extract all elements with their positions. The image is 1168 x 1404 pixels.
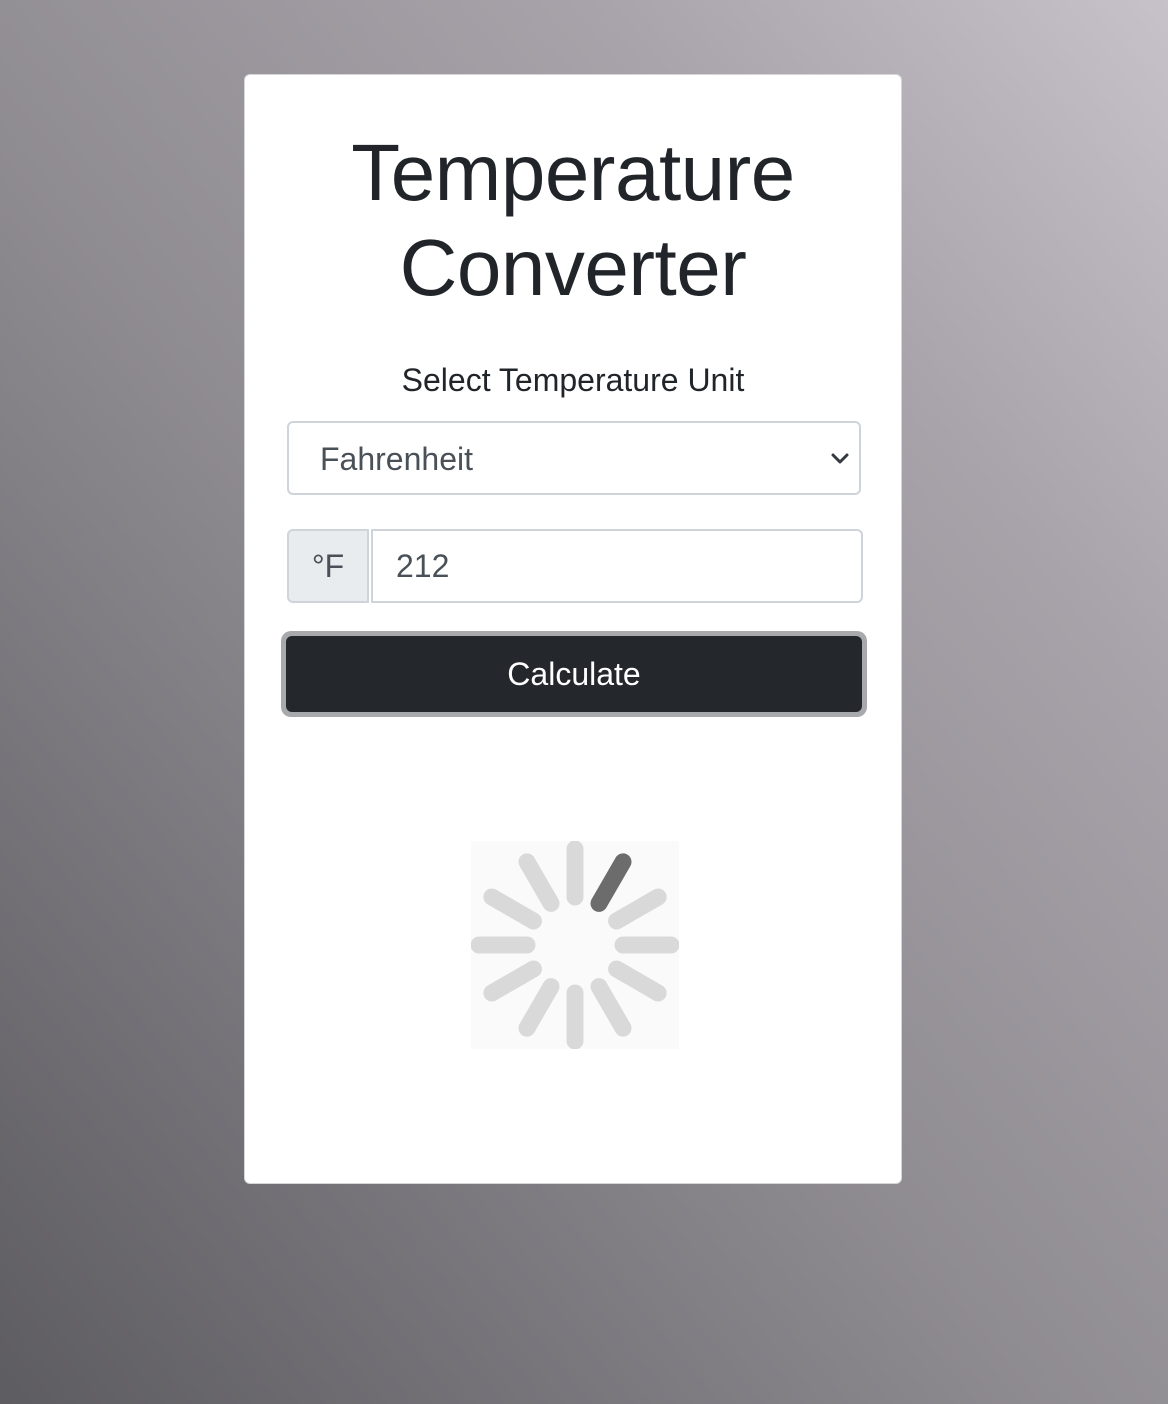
spinner-spoke <box>518 978 560 1037</box>
spinner-spoke <box>483 888 542 930</box>
temperature-input[interactable] <box>371 529 863 603</box>
converter-card: Temperature Converter Select Temperature… <box>244 74 902 1184</box>
spinner-spoke <box>483 960 542 1002</box>
spinner-spoke <box>590 978 632 1037</box>
loading-spinner-icon <box>471 841 679 1049</box>
chevron-down-icon <box>831 453 849 464</box>
spinner-spoke <box>608 888 667 930</box>
calculate-button[interactable]: Calculate <box>281 631 867 717</box>
unit-symbol-addon: °F <box>287 529 369 603</box>
spinner-spoke <box>518 853 560 912</box>
unit-select-value: Fahrenheit <box>320 441 473 477</box>
unit-select[interactable]: Fahrenheit <box>287 421 861 495</box>
calculate-button-label: Calculate <box>286 636 862 712</box>
spinner-spoke <box>590 853 632 912</box>
page-title: Temperature Converter <box>351 128 795 312</box>
spinner-spoke <box>608 960 667 1002</box>
unit-select-label: Select Temperature Unit <box>401 362 745 398</box>
